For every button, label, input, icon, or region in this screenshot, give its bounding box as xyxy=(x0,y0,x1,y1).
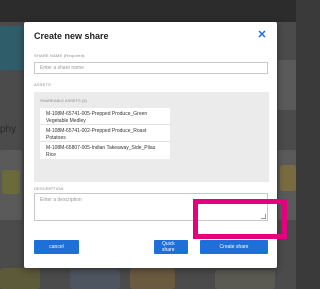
shareable-assets-label: SHAREABLE ASSETS (3) xyxy=(40,98,87,103)
list-item[interactable]: M-108M-65807-005-Indian Takeaway_Side_Pi… xyxy=(40,142,170,159)
share-name-placeholder: Enter a share name xyxy=(40,65,84,71)
background-thumbnail xyxy=(130,268,175,289)
background-thumbnail xyxy=(70,270,120,289)
background-thumbnail xyxy=(215,270,275,289)
list-item[interactable]: M-108M-65741-005-Prepped Produce_Green V… xyxy=(40,108,170,125)
assets-panel: SHAREABLE ASSETS (3) M-108M-65741-005-Pr… xyxy=(34,92,269,182)
background-thumbnail xyxy=(2,170,20,194)
background-thumbnail xyxy=(0,268,40,289)
cancel-button[interactable]: cancel xyxy=(34,240,79,254)
share-name-input[interactable]: Enter a share name xyxy=(34,62,268,74)
close-icon[interactable]: ✕ xyxy=(256,29,268,41)
list-item[interactable]: M-108M-65741-002-Prepped Produce_Roast P… xyxy=(40,125,170,142)
background-thumbnail xyxy=(280,165,296,191)
assets-label: ASSETS xyxy=(34,82,51,87)
description-placeholder: Enter a description xyxy=(40,197,82,203)
create-share-button[interactable]: Create share xyxy=(200,240,268,254)
description-label: DESCRIPTION xyxy=(34,186,64,191)
background-topbar xyxy=(0,0,296,22)
quick-share-button[interactable]: Quick share xyxy=(154,240,188,254)
background-left-text: phy xyxy=(0,124,17,135)
highlight-annotation xyxy=(193,199,287,239)
background-card xyxy=(278,60,296,110)
background-left-tile xyxy=(0,26,24,70)
modal-title: Create new share xyxy=(34,31,109,41)
share-name-label: SHARE NAME (Required) xyxy=(34,53,85,58)
asset-list: M-108M-65741-005-Prepped Produce_Green V… xyxy=(40,108,170,159)
